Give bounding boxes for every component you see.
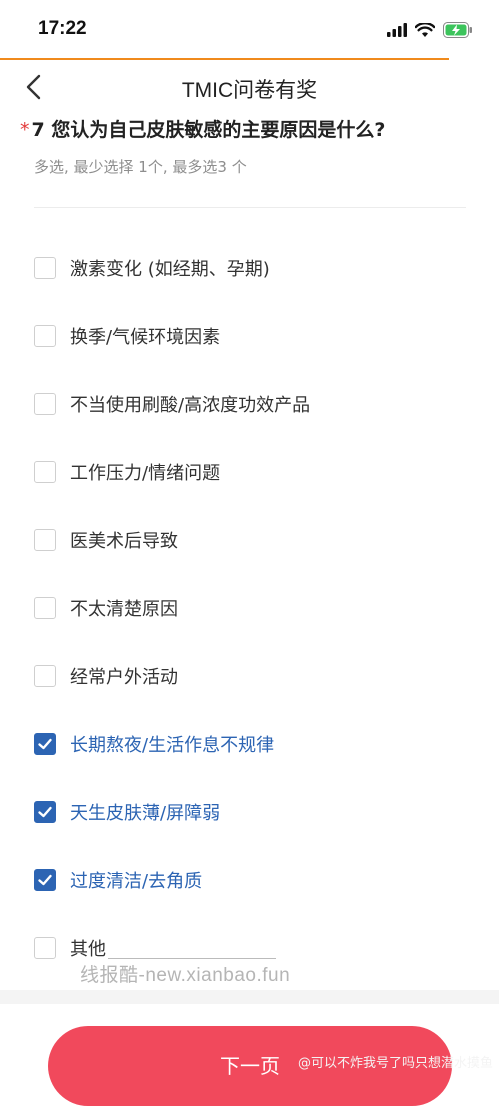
question-text: 7 您认为自己皮肤敏感的主要原因是什么?	[31, 119, 386, 141]
option-item[interactable]: 过度清洁/去角质	[34, 846, 474, 914]
option-item[interactable]: 激素变化 (如经期、孕期)	[34, 234, 474, 302]
required-mark: *	[20, 119, 30, 141]
option-label: 工作压力/情绪问题	[70, 463, 221, 484]
option-label: 换季/气候环境因素	[70, 327, 221, 348]
wifi-icon	[415, 22, 435, 37]
checkmark-icon	[38, 874, 52, 886]
other-text-field[interactable]	[108, 938, 276, 959]
option-item[interactable]: 工作压力/情绪问题	[34, 438, 474, 506]
site-watermark: 线报酷-new.xianbao.fun	[80, 965, 291, 986]
option-item[interactable]: 不当使用刷酸/高浓度功效产品	[34, 370, 474, 438]
option-checkbox[interactable]	[34, 597, 56, 619]
signal-icon	[387, 23, 407, 37]
page-title: TMIC问卷有奖	[181, 79, 318, 102]
user-watermark: @可以不炸我号了吗只想潜水摸鱼	[297, 1056, 493, 1071]
option-label: 其他	[70, 939, 106, 960]
option-item[interactable]: 长期熬夜/生活作息不规律	[34, 710, 474, 778]
option-checkbox[interactable]	[34, 665, 56, 687]
divider	[34, 207, 466, 208]
option-checkbox[interactable]	[34, 937, 56, 959]
checkmark-icon	[38, 738, 52, 750]
option-item[interactable]: 经常户外活动	[34, 642, 474, 710]
option-item[interactable]: 换季/气候环境因素	[34, 302, 474, 370]
survey-progress-bar	[0, 58, 449, 60]
option-label: 天生皮肤薄/屏障弱	[70, 803, 221, 824]
status-icons	[387, 20, 473, 40]
question-title: * 7 您认为自己皮肤敏感的主要原因是什么?	[20, 116, 479, 144]
option-checkbox[interactable]	[34, 325, 56, 347]
question-hint: 多选, 最少选择 1个, 最多选3 个	[34, 158, 247, 176]
checkmark-icon	[38, 806, 52, 818]
battery-charging-icon	[443, 22, 472, 38]
option-label: 不太清楚原因	[70, 599, 178, 620]
option-checkbox[interactable]	[34, 733, 56, 755]
status-bar: 17:22	[0, 0, 499, 58]
option-item[interactable]: 天生皮肤薄/屏障弱	[34, 778, 474, 846]
option-checkbox[interactable]	[34, 529, 56, 551]
option-label: 激素变化 (如经期、孕期)	[70, 259, 270, 280]
option-label: 不当使用刷酸/高浓度功效产品	[70, 395, 311, 416]
option-label: 经常户外活动	[70, 667, 178, 688]
option-item[interactable]: 医美术后导致	[34, 506, 474, 574]
option-checkbox[interactable]	[34, 461, 56, 483]
question-block: * 7 您认为自己皮肤敏感的主要原因是什么? 多选, 最少选择 1个, 最多选3 …	[20, 116, 479, 177]
option-label: 医美术后导致	[70, 531, 178, 552]
options-list: 激素变化 (如经期、孕期) 换季/气候环境因素不当使用刷酸/高浓度功效产品 工作压力…	[34, 234, 474, 982]
option-checkbox[interactable]	[34, 257, 56, 279]
option-label: 过度清洁/去角质	[70, 871, 203, 892]
option-checkbox[interactable]	[34, 801, 56, 823]
nav-bar: TMIC问卷有奖	[0, 62, 499, 114]
footer-band	[0, 990, 499, 1004]
option-item[interactable]: 不太清楚原因	[34, 574, 474, 642]
option-checkbox[interactable]	[34, 869, 56, 891]
option-checkbox[interactable]	[34, 393, 56, 415]
status-time: 17:22	[38, 18, 87, 39]
option-label: 长期熬夜/生活作息不规律	[70, 735, 275, 756]
